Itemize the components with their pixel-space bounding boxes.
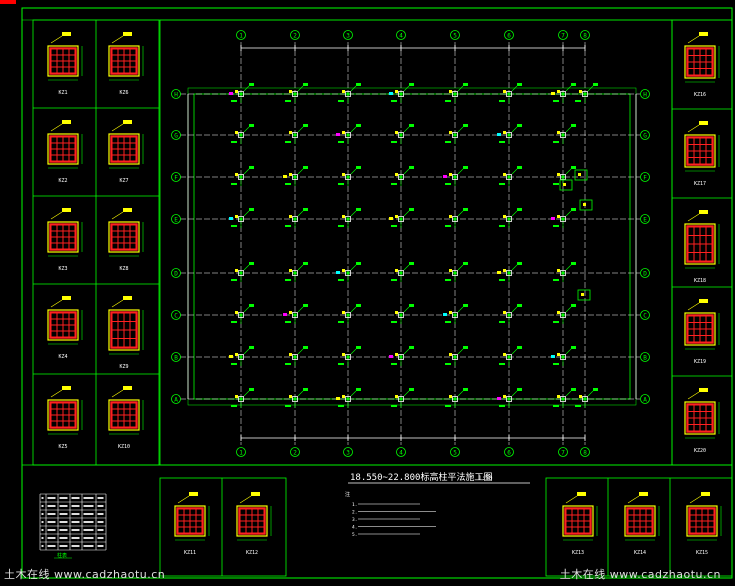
section-label: KZ17 <box>694 181 706 187</box>
axis-label-right: D <box>643 271 647 278</box>
section-label: KZ15 <box>696 550 708 556</box>
axis-label-bottom: 3 <box>346 450 350 457</box>
axis-label-left: B <box>174 355 178 362</box>
axis-label-bottom: 7 <box>561 450 565 457</box>
note-line: 2. <box>352 510 357 516</box>
axis-label-bottom: 1 <box>239 450 243 457</box>
notes-header: 注 <box>345 491 350 498</box>
axis-label-top: 7 <box>561 33 565 40</box>
section-label: KZ5 <box>58 444 67 450</box>
axis-label-top: 4 <box>399 33 403 40</box>
axis-label-left: F <box>174 175 178 182</box>
structural-drawing: KZ1 KZ6 KZ2 KZ7 KZ3 KZ8 KZ4 KZ9 KZ5 KZ10 KZ16 KZ17… <box>0 0 735 582</box>
watermark-left: 土木在线 www.cadzhaotu.cn <box>4 568 166 581</box>
axis-label-top: 8 <box>583 33 587 40</box>
axis-label-right: C <box>643 313 647 320</box>
axis-label-right: A <box>643 397 647 404</box>
section-label: KZ13 <box>572 550 584 556</box>
axis-label-left: C <box>174 313 178 320</box>
axis-label-left: G <box>174 133 178 140</box>
axis-label-right: H <box>643 92 647 99</box>
section-label: KZ7 <box>119 178 128 184</box>
section-label: KZ18 <box>694 278 706 284</box>
axis-label-bottom: 2 <box>293 450 297 457</box>
note-line: 4. <box>352 525 357 531</box>
section-label: KZ10 <box>118 444 130 450</box>
section-label: KZ9 <box>119 364 128 370</box>
section-label: KZ2 <box>58 178 67 184</box>
axis-label-top: 5 <box>453 33 457 40</box>
axis-label-right: E <box>643 217 647 224</box>
axis-label-left: D <box>174 271 178 278</box>
axis-label-left: A <box>174 397 178 404</box>
axis-label-top: 3 <box>346 33 350 40</box>
axis-label-top: 2 <box>293 33 297 40</box>
axis-label-left: H <box>174 92 178 99</box>
section-label: KZ3 <box>58 266 67 272</box>
drawing-scale: 1:50 <box>478 475 493 482</box>
section-label: KZ20 <box>694 448 706 454</box>
section-label: KZ8 <box>119 266 128 272</box>
drawing-title: 18.550~22.800标高柱平法施工图 <box>350 471 492 483</box>
section-label: KZ14 <box>634 550 646 556</box>
note-line: 3. <box>352 517 357 523</box>
section-label: KZ16 <box>694 92 706 98</box>
axis-label-bottom: 6 <box>507 450 511 457</box>
section-label: KZ12 <box>246 550 258 556</box>
section-label: KZ11 <box>184 550 196 556</box>
axis-label-left: E <box>174 217 178 224</box>
axis-label-bottom: 4 <box>399 450 403 457</box>
section-label: KZ6 <box>119 90 128 96</box>
axis-label-top: 6 <box>507 33 511 40</box>
note-line: 5. <box>352 532 357 538</box>
section-label: KZ1 <box>58 90 67 96</box>
axis-label-top: 1 <box>239 33 243 40</box>
note-line: 1. <box>352 502 357 508</box>
watermark-right: 土木在线 www.cadzhaotu.cn <box>559 568 721 581</box>
axis-label-bottom: 8 <box>583 450 587 457</box>
axis-label-right: B <box>643 355 647 362</box>
section-label: KZ19 <box>694 359 706 365</box>
axis-label-right: G <box>643 133 647 140</box>
section-label: KZ4 <box>58 354 67 360</box>
axis-label-right: F <box>643 175 647 182</box>
axis-label-bottom: 5 <box>453 450 457 457</box>
